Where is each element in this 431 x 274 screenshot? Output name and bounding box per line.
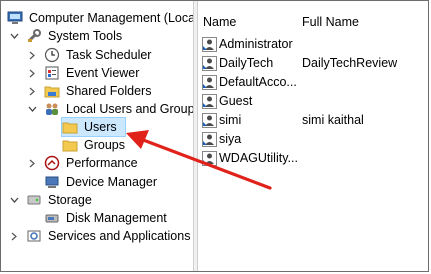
- expand-storage-icon[interactable]: [9, 191, 19, 209]
- users-list: Name Full Name Administrator DailyTech Dai…: [198, 1, 427, 271]
- services-applications-label: Services and Applications: [48, 229, 191, 243]
- column-header-name[interactable]: Name: [203, 11, 236, 33]
- system-tools-label: System Tools: [48, 29, 123, 43]
- user-full-name-cell: DailyTechReview: [302, 56, 398, 70]
- user-name-cell: simi: [219, 113, 242, 127]
- table-row[interactable]: Administrator: [198, 35, 427, 54]
- table-row[interactable]: DailyTech DailyTechReview: [198, 54, 427, 73]
- tree-item-disk-management[interactable]: Disk Management: [44, 209, 169, 227]
- user-icon: [202, 94, 217, 109]
- storage-label: Storage: [48, 193, 92, 207]
- table-row[interactable]: DefaultAcco...: [198, 73, 427, 92]
- disk-management-label: Disk Management: [66, 211, 167, 225]
- users-group-icon: [44, 101, 60, 117]
- shared-folders-label: Shared Folders: [66, 84, 152, 98]
- tree-item-device-manager[interactable]: Device Manager: [44, 173, 159, 191]
- expand-task-scheduler-icon[interactable]: [27, 46, 37, 64]
- system-tools-icon: [26, 28, 42, 44]
- expand-services-icon[interactable]: [9, 227, 19, 245]
- user-full-name-cell: simi kaithal: [302, 113, 364, 127]
- tree-item-shared-folders[interactable]: Shared Folders: [44, 82, 153, 100]
- user-name-cell: Guest: [219, 94, 253, 108]
- local-users-groups-label: Local Users and Groups: [66, 102, 201, 116]
- tree-item-root[interactable]: Computer Management (Local: [7, 9, 200, 27]
- disk-management-icon: [44, 210, 60, 226]
- computer-management-icon: [7, 10, 23, 26]
- user-name-cell: WDAGUtility...: [219, 151, 297, 165]
- tree-item-services-applications[interactable]: Services and Applications: [26, 227, 192, 245]
- folder-icon: [62, 119, 78, 135]
- users-label: Users: [84, 120, 117, 134]
- event-viewer-label: Event Viewer: [66, 66, 140, 80]
- performance-icon: [44, 155, 60, 171]
- expand-local-users-icon[interactable]: [27, 100, 37, 118]
- user-name-cell: Administrator: [219, 37, 293, 51]
- storage-icon: [26, 192, 42, 208]
- user-name-cell: siya: [219, 132, 242, 146]
- user-name-cell: DailyTech: [219, 56, 274, 70]
- services-icon: [26, 228, 42, 244]
- clock-icon: [44, 47, 60, 63]
- device-manager-label: Device Manager: [66, 175, 158, 189]
- expand-system-tools-icon[interactable]: [9, 27, 19, 45]
- performance-label: Performance: [66, 156, 138, 170]
- user-icon: [202, 151, 217, 166]
- user-icon: [202, 37, 217, 52]
- expand-shared-folders-icon[interactable]: [27, 82, 37, 100]
- tree-item-users[interactable]: Users: [61, 117, 126, 137]
- navigation-tree: Computer Management (Local System Tools …: [1, 1, 201, 271]
- table-row[interactable]: siya: [198, 130, 427, 149]
- user-icon: [202, 56, 217, 71]
- tree-item-root-label: Computer Management (Local: [29, 11, 198, 25]
- tree-item-performance[interactable]: Performance: [44, 154, 140, 172]
- event-viewer-icon: [44, 65, 60, 81]
- tree-item-local-users-groups[interactable]: Local Users and Groups: [44, 100, 203, 118]
- tree-item-groups[interactable]: Groups: [62, 136, 127, 154]
- tree-item-system-tools[interactable]: System Tools: [26, 27, 124, 45]
- tree-item-task-scheduler[interactable]: Task Scheduler: [44, 46, 153, 64]
- shared-folder-icon: [44, 83, 60, 99]
- tree-item-event-viewer[interactable]: Event Viewer: [44, 64, 141, 82]
- groups-label: Groups: [84, 138, 125, 152]
- table-row[interactable]: Guest: [198, 92, 427, 111]
- expand-performance-icon[interactable]: [27, 154, 37, 172]
- user-icon: [202, 75, 217, 90]
- expand-event-viewer-icon[interactable]: [27, 64, 37, 82]
- user-icon: [202, 132, 217, 147]
- user-name-cell: DefaultAcco...: [219, 75, 297, 89]
- table-row[interactable]: WDAGUtility...: [198, 149, 427, 168]
- task-scheduler-label: Task Scheduler: [66, 48, 152, 62]
- device-manager-icon: [44, 174, 60, 190]
- folder-icon: [62, 137, 78, 153]
- table-row[interactable]: simi simi kaithal: [198, 111, 427, 130]
- column-header-full-name[interactable]: Full Name: [302, 11, 359, 33]
- tree-item-storage[interactable]: Storage: [26, 191, 94, 209]
- user-icon: [202, 113, 217, 128]
